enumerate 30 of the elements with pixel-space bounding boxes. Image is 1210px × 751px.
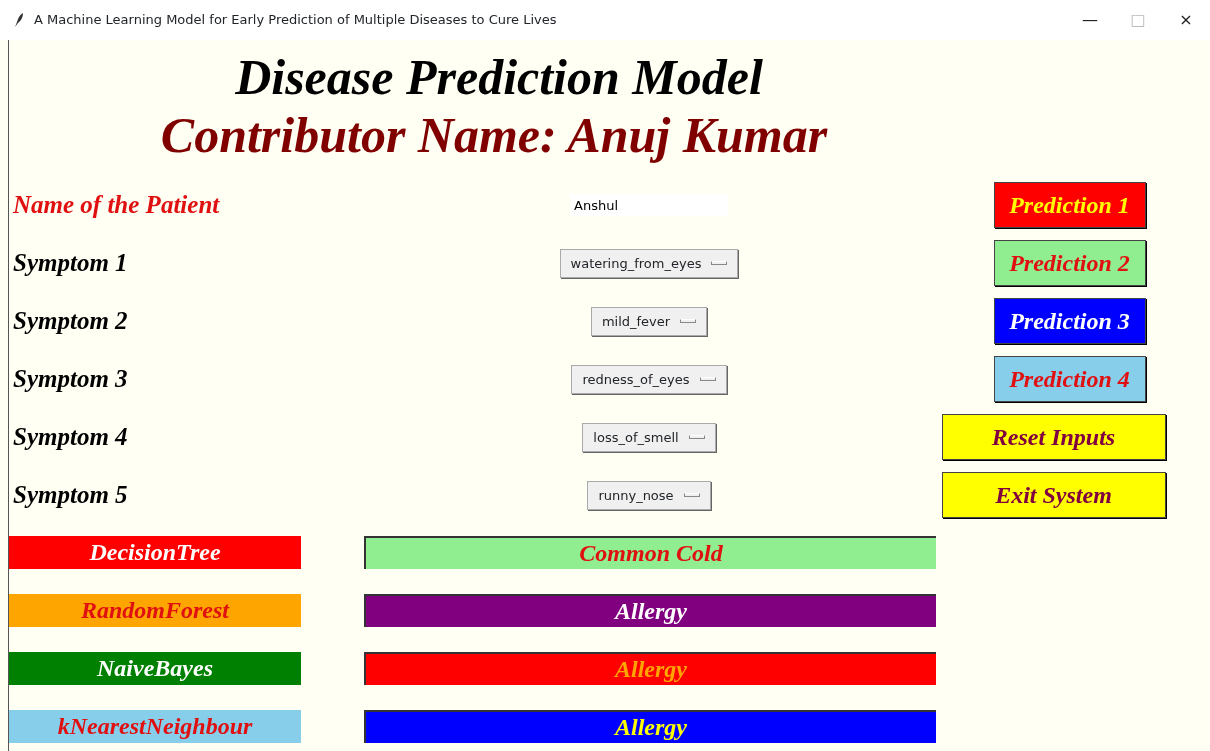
prediction-button[interactable]: Prediction 3 <box>993 298 1146 344</box>
symptom-dropdown[interactable]: watering_from_eyes <box>559 248 739 278</box>
symptom-label: Symptom 3 <box>13 364 128 395</box>
action-button[interactable]: Exit System <box>941 472 1166 518</box>
symptom-dropdown[interactable]: mild_fever <box>590 306 708 336</box>
window-title: A Machine Learning Model for Early Prediction of Multiple Diseases to Cure Lives <box>34 11 557 30</box>
prediction-result: Allergy <box>364 652 936 685</box>
symptom-dropdown[interactable]: runny_nose <box>587 480 711 510</box>
prediction-result: Common Cold <box>364 536 936 569</box>
symptom-label: Symptom 4 <box>13 422 128 453</box>
symptom-dropdown[interactable]: redness_of_eyes <box>571 364 727 394</box>
prediction-result: Allergy <box>364 710 936 743</box>
action-button[interactable]: Reset Inputs <box>941 414 1166 460</box>
model-label: RandomForest <box>9 594 301 627</box>
symptom-label: Symptom 1 <box>13 248 128 279</box>
symptom-label: Symptom 5 <box>13 480 128 511</box>
prediction-result: Allergy <box>364 594 936 627</box>
symptom-dropdown[interactable]: loss_of_smell <box>582 422 716 452</box>
minimize-button[interactable]: — <box>1066 8 1114 32</box>
feather-icon <box>14 13 24 27</box>
model-label: DecisionTree <box>9 536 301 569</box>
prediction-button[interactable]: Prediction 1 <box>993 182 1146 228</box>
patient-label: Name of the Patient <box>13 190 220 221</box>
app-title: Disease Prediction Model <box>234 48 764 104</box>
close-button[interactable]: × <box>1162 8 1210 32</box>
patient-name-field[interactable]: Anshul <box>570 194 728 216</box>
app-subtitle: Contributor Name: Anuj Kumar <box>159 106 829 165</box>
model-label: NaiveBayes <box>9 652 301 685</box>
symptom-label: Symptom 2 <box>13 306 128 337</box>
model-label: kNearestNeighbour <box>9 710 301 743</box>
